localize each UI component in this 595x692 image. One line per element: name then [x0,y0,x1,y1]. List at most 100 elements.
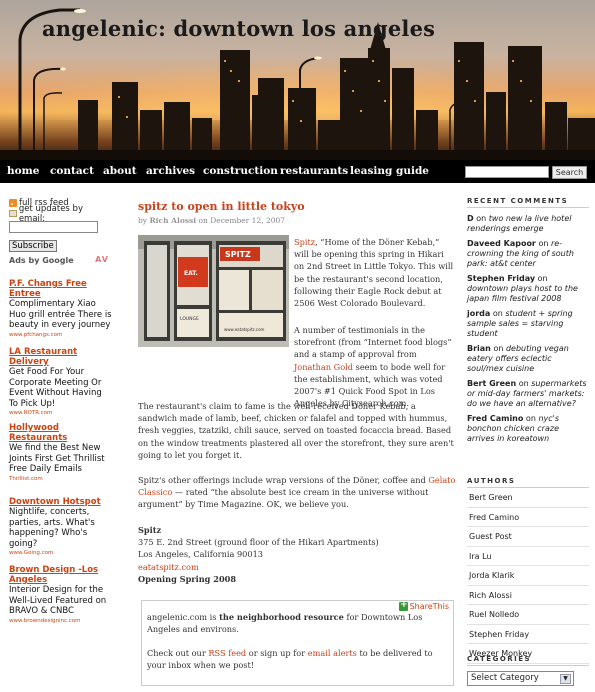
ad-url[interactable]: www.browndesigninc.com [9,617,113,625]
category-select[interactable]: Select Category ▼ [467,671,574,686]
share-box-line-1: angelenic.com is the neighborhood resour… [147,611,449,635]
ad-unit[interactable]: Hollywood Restaurants We find the Best N… [9,423,113,483]
ad-choices-icon[interactable]: AV [95,255,109,264]
p4-text-a: Spitz's other offerings include wrap ver… [138,475,426,485]
storefront-url-sign: www.eatatspitz.com [224,327,265,332]
comment-author[interactable]: Brian [467,344,491,353]
share-box-line-2: Check out our RSS feed or sign up for em… [147,647,449,671]
comment-item: Daveed Kapoor on re-crowning the king of… [467,239,589,269]
nav-contact[interactable]: contact [50,165,94,177]
rss-feed-inline-link[interactable]: RSS feed [208,648,246,658]
comment-on: on [476,214,487,223]
comment-author[interactable]: Daveed Kapoor [467,239,536,248]
comment-on: on [518,379,529,388]
share-this-label[interactable]: ShareThis [410,602,449,611]
comment-on: on [493,344,504,353]
ad-url[interactable]: Thrillist.com [9,475,113,483]
left-sidebar: full rss feed get updates by email: Subs… [9,197,112,624]
subscribe-button[interactable]: Subscribe [9,240,57,252]
post-address-block: Spitz 375 E. 2nd Street (ground floor of… [138,524,456,585]
comment-post-link[interactable]: downtown plays host to the japan film fe… [467,284,578,303]
share-this-button[interactable]: ShareThis [398,600,449,611]
ad-body: We find the Best New Joints First Get Th… [9,443,105,474]
storefront-spitz-sign: SPITZ [225,250,251,259]
share-box-text-e: or sign up for [248,648,306,658]
search-input[interactable] [465,166,549,178]
site-title[interactable]: angelenic: downtown los angeles [42,16,435,41]
ad-body: Interior Design for the Well-Lived Featu… [9,585,107,616]
comment-item: Bert Green on supermarkets or mid-day fa… [467,379,589,409]
ad-unit[interactable]: Downtown Hotspot Nightlife, concerts, pa… [9,497,113,557]
email-updates-line: get updates by email: [9,204,109,224]
storefront-lounge-sign: LOUNGE [180,316,199,322]
post-paragraph-1: Spitz, “Home of the Döner Kebab,” will b… [294,236,456,309]
comment-author[interactable]: Bert Green [467,379,516,388]
ad-url[interactable]: www.pfchangs.com [9,331,113,339]
share-box-text-d: Check out our [147,648,206,658]
post-paragraph-2-top: A number of testimonials in the storefro… [294,324,456,409]
author-link[interactable]: Jorda Klarik [467,566,589,586]
ad-title[interactable]: Downtown Hotspot [9,497,113,507]
search-button[interactable]: Search [552,166,587,179]
author-link[interactable]: Guest Post [467,527,589,547]
category-select-value: Select Category [471,673,539,683]
comment-item: Fred Camino on nyc's bonchon chicken cra… [467,414,589,444]
opening-date: Opening Spring 2008 [138,573,237,584]
ad-title[interactable]: LA Restaurant Delivery [9,347,113,367]
rss-icon [9,198,17,207]
comment-item: Stephen Friday on downtown plays host to… [467,274,589,304]
jonathan-gold-link[interactable]: Jonathan Gold [294,362,353,372]
nav-restaurants[interactable]: restaurants [280,165,348,177]
ad-body: Get Food For Your Corporate Meeting Or E… [9,367,102,409]
author-link[interactable]: Ira Lu [467,547,589,566]
ad-url[interactable]: www.Going.com [9,549,113,557]
nav-construction[interactable]: construction [203,165,278,177]
comment-author[interactable]: jorda [467,309,490,318]
address-url-link[interactable]: eatatspitz.com [138,561,456,573]
comment-author[interactable]: Fred Camino [467,414,523,423]
ads-by-google-label: Ads by Google [9,256,74,265]
comment-author[interactable]: D [467,214,474,223]
comment-on: on [492,309,503,318]
author-link[interactable]: Stephen Friday [467,625,589,644]
comment-on: on [525,414,536,423]
p2-text-a: A number of testimonials in the storefro… [294,325,452,360]
categories-heading: CATEGORIES [467,655,589,666]
nav-leasing-guide[interactable]: leasing guide [350,165,429,177]
nav-home[interactable]: home [7,165,39,177]
address-line-2: Los Angeles, California 90013 [138,549,263,560]
author-link[interactable]: Ruel Nolledo [467,605,589,625]
spitz-storefront-photo[interactable]: SPITZ EAT. LOUNGE www.eatatspitz.com [138,235,289,347]
address-line-1: 375 E. 2nd Street (ground floor of the H… [138,537,379,548]
author-link[interactable]: Fred Camino [467,508,589,527]
email-alerts-link[interactable]: email alerts [308,648,357,658]
comment-on: on [537,274,548,283]
nav-archives[interactable]: archives [146,165,195,177]
ads-by-google[interactable]: Ads by Google AV [9,255,109,265]
email-icon [9,210,17,217]
ad-url[interactable]: www.ROTR.com [9,409,113,417]
author-link[interactable]: Bert Green [467,488,589,508]
right-sidebar: RECENT COMMENTS D on two new la live hot… [467,197,589,686]
p1-text: , “Home of the Döner Kebab,” will be ope… [294,237,454,309]
ad-unit[interactable]: Brown Design -Los Angeles Interior Desig… [9,565,113,625]
spitz-link[interactable]: Spitz [294,237,315,247]
post-meta-by: by [138,216,148,225]
ad-unit[interactable]: P.F. Changs Free Entree Complimentary Xi… [9,279,113,339]
ad-title[interactable]: P.F. Changs Free Entree [9,279,113,299]
post-author-link[interactable]: Rich Alossi [149,216,196,225]
comment-item: Brian on debuting vegan eatery offers ec… [467,344,589,374]
share-box-text-a: angelenic.com is [147,612,217,622]
ad-body: Complimentary Xiao Huo grill entrée Ther… [9,299,112,330]
ad-title[interactable]: Brown Design -Los Angeles [9,565,113,585]
comment-on: on [538,239,549,248]
ad-title[interactable]: Hollywood Restaurants [9,423,113,443]
comment-author[interactable]: Stephen Friday [467,274,535,283]
author-link[interactable]: Rich Alossi [467,586,589,605]
post-date: on December 12, 2007 [198,216,286,225]
post-title[interactable]: spitz to open in little tokyo [138,200,456,213]
ad-unit[interactable]: LA Restaurant Delivery Get Food For Your… [9,347,113,417]
nav-about[interactable]: about [103,165,137,177]
ad-body: Nightlife, concerts, parties, arts. What… [9,507,95,549]
storefront-eat-sign: EAT. [184,270,198,277]
